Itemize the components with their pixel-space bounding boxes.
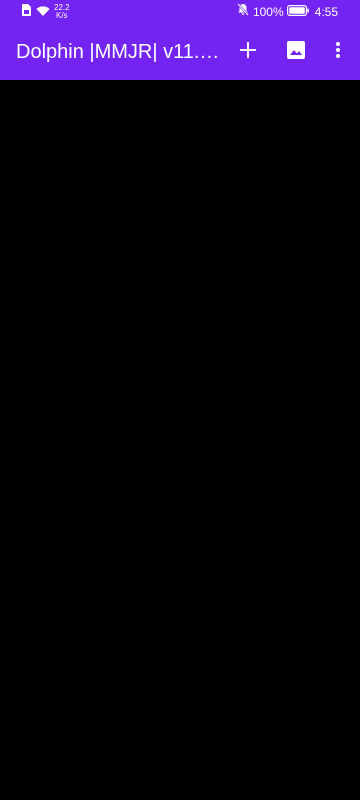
network-speed: 22.2 K/s — [54, 4, 70, 20]
wifi-icon — [36, 3, 50, 21]
status-bar: 22.2 K/s 100% 4:55 — [0, 0, 360, 24]
app-bar: 22.2 K/s 100% 4:55 Dolphin |MMJR| v11.2.… — [0, 0, 360, 80]
game-list-area — [0, 80, 360, 800]
toolbar: Dolphin |MMJR| v11.2.9 — [0, 24, 360, 80]
clock: 4:55 — [314, 5, 338, 19]
battery-icon — [286, 3, 309, 21]
more-options-button[interactable] — [318, 32, 358, 72]
image-icon — [287, 40, 305, 64]
add-icon — [240, 41, 256, 63]
more-vert-icon — [336, 41, 340, 63]
image-button[interactable] — [276, 32, 316, 72]
add-button[interactable] — [228, 32, 268, 72]
status-bar-right: 100% 4:55 — [237, 3, 338, 21]
network-speed-unit: K/s — [56, 11, 68, 20]
battery-percent: 100% — [252, 5, 284, 19]
notifications-off-icon — [237, 3, 249, 21]
status-bar-left: 22.2 K/s — [22, 4, 70, 20]
page-title: Dolphin |MMJR| v11.2.9 — [16, 41, 221, 63]
sim-card-icon — [22, 3, 31, 21]
